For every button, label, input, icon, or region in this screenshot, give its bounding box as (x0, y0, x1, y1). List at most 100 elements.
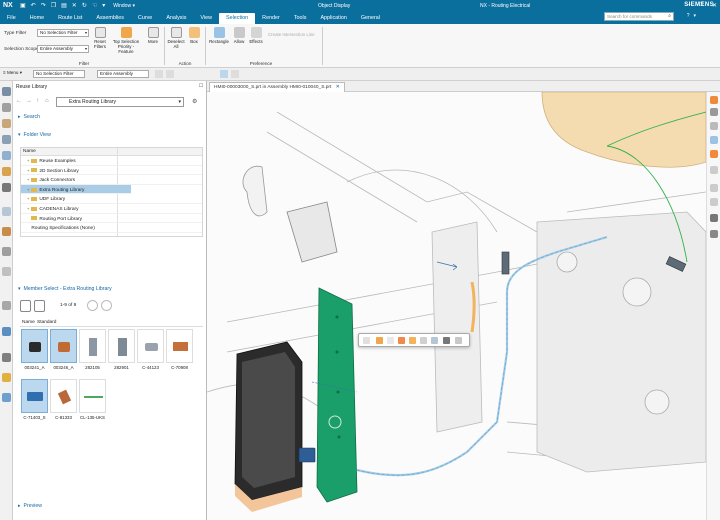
pan-icon[interactable] (710, 122, 718, 130)
part-file-tab[interactable]: HMI0-00003000_S.prt in Assembly HMI0-010… (209, 82, 345, 92)
point-select-icon[interactable] (231, 70, 239, 78)
deselect-all-button[interactable]: Deselect All (167, 27, 185, 49)
member-item[interactable]: C-44123 (137, 329, 164, 375)
filter-toggle-icon[interactable] (166, 70, 174, 78)
folder-view-section[interactable]: ▾ Folder View (18, 132, 51, 138)
allow-button[interactable]: Allow (232, 27, 246, 44)
tree-row[interactable]: +2D Section Library (21, 166, 202, 176)
process-studio-icon[interactable] (2, 227, 11, 236)
expand-icon[interactable]: + (27, 168, 29, 173)
tab-render[interactable]: Render (255, 13, 287, 24)
part-navigator-icon[interactable] (2, 87, 11, 96)
search-icon[interactable]: ⌕ (668, 13, 671, 20)
tree-row[interactable]: + Jack Connectors (21, 175, 202, 185)
tab-curve[interactable]: Curve (131, 13, 159, 24)
pointer-icon[interactable] (363, 337, 370, 344)
system-scenes-icon[interactable] (2, 301, 11, 310)
home-icon[interactable]: ⌂ (45, 98, 49, 104)
graphics-window[interactable] (207, 92, 706, 520)
manufacturing-wizards-icon[interactable] (2, 247, 11, 256)
more-options-icon[interactable] (455, 337, 462, 344)
view-type-icon[interactable] (20, 300, 31, 312)
member-item[interactable]: 282105 (79, 329, 106, 375)
member-item[interactable]: C-71403_S (21, 379, 48, 425)
tree-row[interactable]: +Routing Port Library (21, 214, 202, 224)
member-col-name[interactable]: Name (22, 320, 35, 325)
redo-icon[interactable]: ↷ (41, 2, 46, 9)
selbar-scope[interactable]: Entire Assembly (97, 70, 149, 78)
member-item[interactable]: 282901 (108, 329, 135, 375)
member-item[interactable]: CL-135-UKS (79, 379, 106, 425)
undo-icon[interactable]: ↶ (31, 2, 36, 9)
box-button[interactable]: Box (187, 27, 201, 44)
rectangle-button[interactable]: Rectangle (208, 27, 230, 44)
tree-row[interactable]: + UDF Library (21, 194, 202, 204)
copy-icon[interactable]: ❐ (51, 2, 56, 9)
member-item[interactable]: C-70908 (166, 329, 193, 375)
expand-icon[interactable]: + (27, 206, 29, 211)
reset-filters-button[interactable]: Reset Filters (92, 27, 108, 49)
edit-icon[interactable] (420, 337, 427, 344)
save-icon[interactable]: ▣ (20, 2, 26, 9)
delete-icon[interactable]: ✕ (72, 2, 77, 9)
tab-home[interactable]: Home (23, 13, 51, 24)
hd3d-tools-icon[interactable] (2, 151, 11, 160)
expand-icon[interactable]: + (27, 187, 29, 192)
tab-general[interactable]: General (354, 13, 387, 24)
system-materials-icon[interactable] (2, 207, 11, 216)
tab-view[interactable]: View (193, 13, 219, 24)
search-section[interactable]: ▸ Search (18, 114, 40, 120)
back-arrow-icon[interactable]: ← (16, 98, 22, 104)
settings-icon[interactable]: ⚙ (192, 98, 197, 105)
paste-icon[interactable]: ▤ (61, 2, 67, 9)
close-icon[interactable] (710, 214, 718, 222)
touch-icon[interactable]: ☜ (92, 2, 97, 9)
tab-close-icon[interactable]: ✕ (336, 85, 340, 90)
selection-scope-dropdown[interactable]: Entire Assembly ▾ (37, 45, 89, 53)
create-intersection-line-button[interactable]: Create Intersection Line (268, 32, 320, 37)
next-page-icon[interactable] (101, 300, 112, 311)
constraint-navigator-icon[interactable] (2, 119, 11, 128)
snap-icon[interactable] (155, 70, 163, 78)
selection-icon[interactable] (710, 136, 718, 144)
member-item[interactable]: 003241_A (21, 329, 48, 375)
measure-icon[interactable] (710, 166, 718, 174)
repeat-icon[interactable]: ↻ (82, 2, 87, 9)
touch-icon[interactable] (387, 337, 394, 344)
document-icon[interactable] (710, 198, 718, 206)
top-selection-priority-button[interactable]: Top Selection Priority - Feature (110, 27, 142, 54)
type-filter-dropdown[interactable]: No Selection Filter ▾ (37, 29, 89, 37)
tree-row-selected[interactable]: + Extra Routing Library (21, 184, 131, 195)
preview-section[interactable]: ▸ Preview (18, 503, 42, 509)
routing-icon[interactable] (2, 327, 11, 336)
route-icon[interactable] (398, 337, 405, 344)
ribbon-options-icon[interactable]: ▾ (693, 13, 696, 19)
palette-icon[interactable] (2, 373, 11, 382)
customize-icon[interactable]: ▾ (102, 2, 105, 9)
clock-icon[interactable] (2, 353, 11, 362)
member-col-standard[interactable]: Standard (37, 320, 56, 325)
orient-view-icon[interactable] (710, 96, 718, 104)
tab-file[interactable]: File (0, 13, 23, 24)
command-search-input[interactable]: Search for commands ⌕ (604, 12, 674, 21)
settings-icon[interactable] (710, 230, 718, 238)
tab-selection[interactable]: Selection (218, 13, 256, 24)
selbar-menu-button[interactable]: ≡ Menu ▾ (3, 70, 27, 78)
tree-row[interactable]: + Reuse Examples (21, 156, 202, 166)
help-icon[interactable]: ? (687, 13, 690, 19)
effects-button[interactable]: Effects (248, 27, 264, 44)
filter-icon[interactable] (34, 300, 45, 312)
tab-analysis[interactable]: Analysis (159, 13, 193, 24)
member-select-section[interactable]: ▾ Member Select - Extra Routing Library (18, 286, 112, 292)
reuse-library-icon[interactable] (2, 135, 11, 144)
forward-arrow-icon[interactable]: → (26, 98, 32, 104)
expand-icon[interactable]: + (27, 158, 29, 163)
member-item[interactable]: C-81333 (50, 379, 77, 425)
more-button[interactable]: More (145, 27, 161, 44)
tab-route-list[interactable]: Route List (51, 13, 89, 24)
tab-tools[interactable]: Tools (287, 13, 314, 24)
up-arrow-icon[interactable]: ↑ (36, 98, 39, 104)
visibility-icon[interactable] (710, 108, 718, 116)
member-item[interactable]: 003246_A (50, 329, 77, 375)
pencil-icon[interactable] (431, 337, 438, 344)
